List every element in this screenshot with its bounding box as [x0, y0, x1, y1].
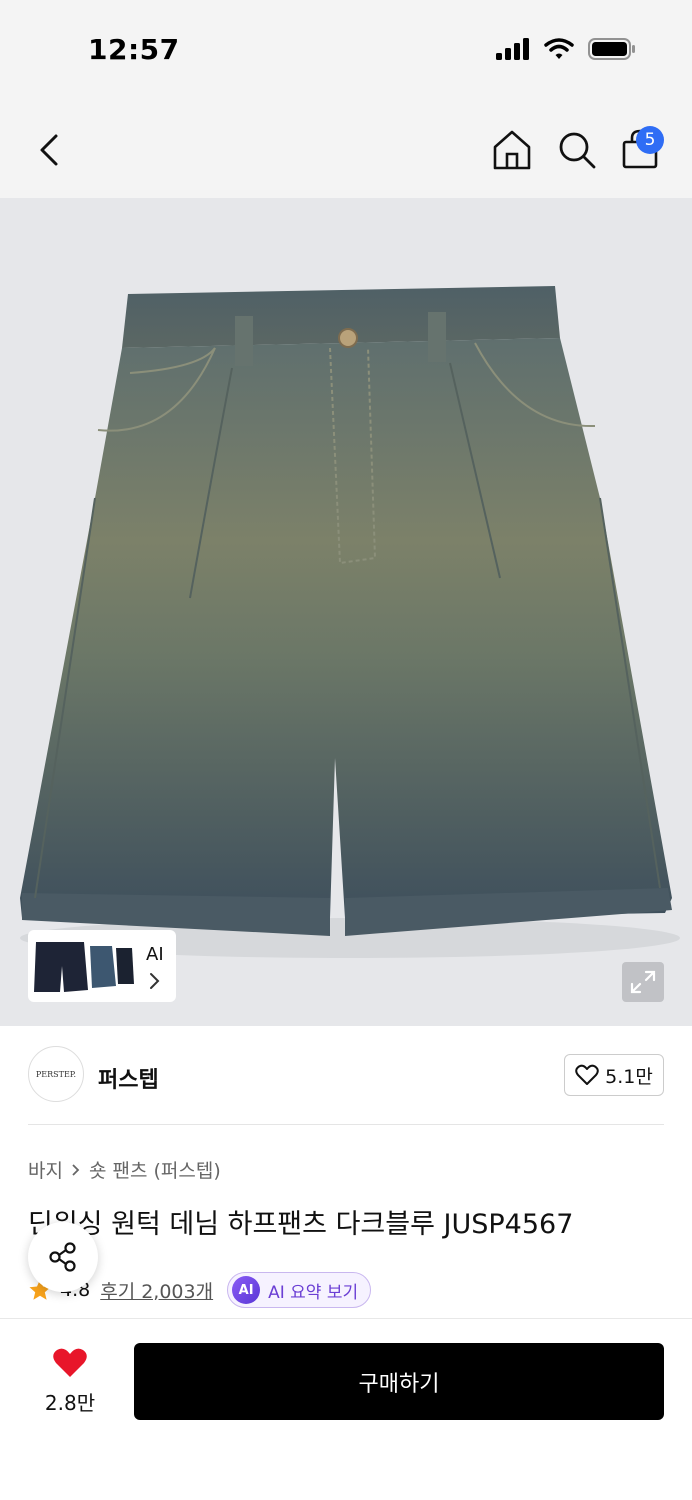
wishlist-count: 2.8만 — [44, 1391, 96, 1415]
wishlist-heart-icon[interactable] — [52, 1347, 88, 1379]
breadcrumb-item[interactable]: 숏 팬츠 (퍼스텝) — [89, 1156, 221, 1183]
share-icon — [49, 1242, 76, 1272]
battery-icon — [588, 38, 635, 60]
brand-like-count: 5.1만 — [605, 1065, 653, 1088]
breadcrumb-item[interactable]: 바지 — [28, 1156, 63, 1183]
brand-like-button[interactable]: 5.1만 — [564, 1054, 664, 1096]
brand-row: PERSTEP. 퍼스텝 5.1만 — [0, 1026, 692, 1126]
breadcrumb: 바지 숏 팬츠 (퍼스텝) — [28, 1156, 221, 1183]
home-icon[interactable] — [490, 128, 534, 172]
status-time: 12:57 — [88, 33, 180, 66]
heart-outline-icon — [575, 1064, 599, 1085]
wifi-icon — [544, 38, 574, 59]
ai-styling-thumbnail[interactable]: AI — [28, 930, 176, 1002]
chevron-right-icon — [72, 1163, 80, 1176]
expand-icon — [630, 970, 656, 994]
expand-image-button[interactable] — [622, 962, 664, 1002]
brand-logo-text: PERSTEP. — [35, 1069, 77, 1079]
denim-shorts-illustration — [20, 286, 680, 958]
product-image[interactable] — [0, 198, 692, 1026]
product-title: 딘워싱 원턱 데님 하프팬츠 다크블루 JUSP4567 — [28, 1209, 574, 1240]
thumbnail-ai-label: AI — [146, 944, 164, 965]
cart-count-badge: 5 — [636, 126, 664, 154]
divider — [28, 1124, 664, 1125]
signal-icon — [496, 38, 529, 60]
share-button[interactable] — [28, 1222, 98, 1292]
status-bar: 12:57 — [0, 0, 692, 100]
bottom-action-bar: 2.8만 구매하기 — [0, 1318, 692, 1500]
chevron-right-icon — [150, 973, 160, 989]
search-icon[interactable] — [555, 128, 599, 172]
brand-logo[interactable]: PERSTEP. — [28, 1046, 84, 1102]
thumbnail-preview — [34, 942, 134, 992]
ai-badge-icon: AI — [232, 1276, 261, 1304]
buy-button[interactable]: 구매하기 — [134, 1343, 664, 1420]
back-icon[interactable] — [30, 130, 70, 170]
brand-name[interactable]: 퍼스텝 — [98, 1062, 159, 1094]
status-icons — [496, 38, 636, 60]
review-count-link[interactable]: 후기 2,003개 — [100, 1277, 213, 1304]
ai-summary-label: AI 요약 보기 — [268, 1282, 359, 1303]
ai-summary-button[interactable]: AI AI 요약 보기 — [227, 1272, 372, 1308]
